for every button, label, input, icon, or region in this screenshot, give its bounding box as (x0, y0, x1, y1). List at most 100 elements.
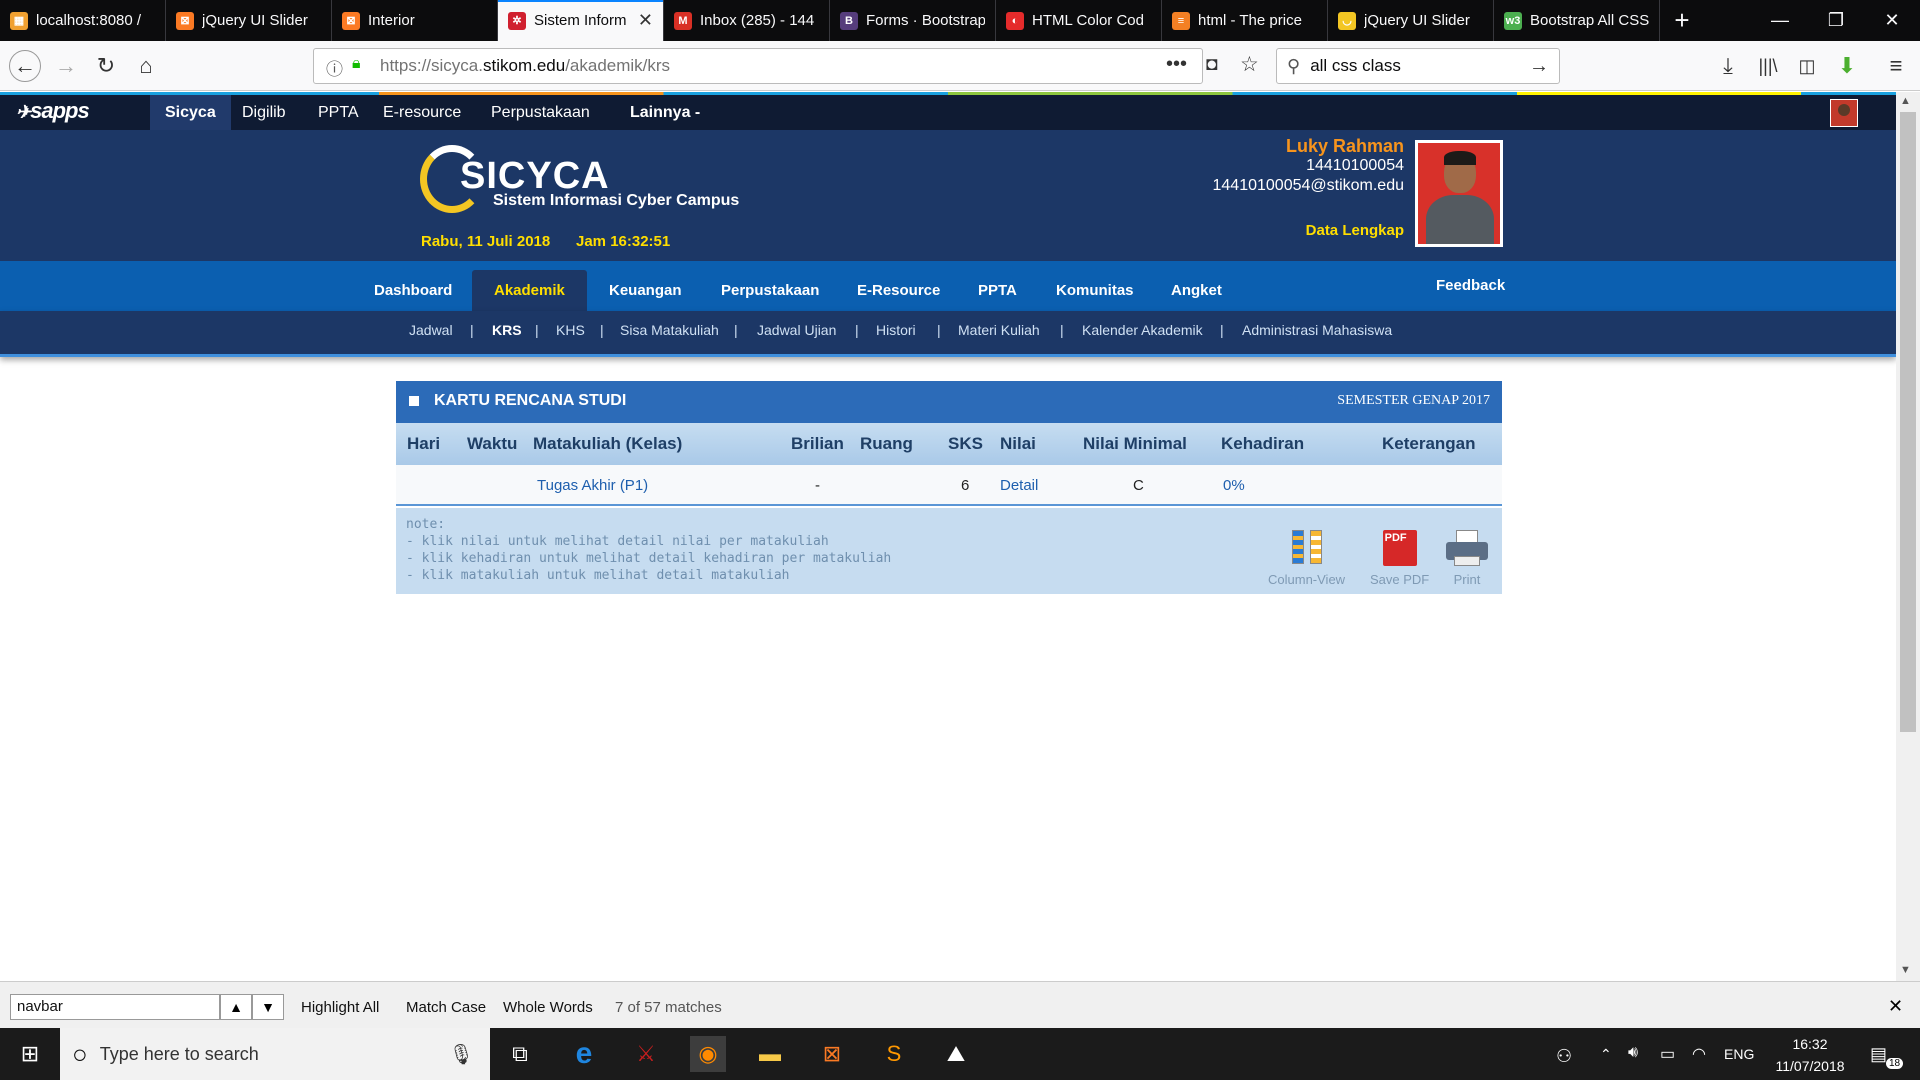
sapps-logo[interactable]: ✈︎sapps (16, 98, 90, 124)
feedback-link[interactable]: Feedback (1436, 277, 1505, 294)
topnav-lainnya[interactable]: Lainnya - (615, 95, 715, 130)
tab-w3schools[interactable]: w3 Bootstrap All CSS (1494, 0, 1660, 41)
battery-icon[interactable]: ▭ (1660, 1044, 1675, 1064)
scroll-down-icon[interactable]: ▼ (1900, 964, 1911, 976)
language-indicator[interactable]: ENG (1724, 1046, 1754, 1062)
bookmark-star-icon[interactable]: ☆ (1240, 52, 1259, 77)
info-icon[interactable]: ⓘ (326, 55, 343, 80)
kehadiran-link[interactable]: 0% (1223, 477, 1245, 494)
tab-bootstrap-forms[interactable]: B Forms · Bootstrap (830, 0, 996, 41)
pocket-icon[interactable]: ◘ (1206, 54, 1217, 76)
tab-color-codes[interactable]: ◐ HTML Color Cod (996, 0, 1162, 41)
topnav-ppta[interactable]: PPTA (303, 95, 374, 130)
menu-perpustakaan[interactable]: Perpustakaan (699, 270, 841, 311)
submenu-krs[interactable]: KRS (492, 322, 522, 338)
menu-dashboard[interactable]: Dashboard (352, 270, 474, 311)
tab-jquery-ui[interactable]: ◡ jQuery UI Slider (1328, 0, 1494, 41)
scroll-up-icon[interactable]: ▲ (1900, 95, 1911, 107)
menu-keuangan[interactable]: Keuangan (587, 270, 704, 311)
photos-icon[interactable]: ⛰︎ (938, 1036, 974, 1072)
new-tab-button[interactable]: + (1660, 0, 1704, 41)
file-explorer-icon[interactable]: ▬ (752, 1036, 788, 1072)
submenu-materi-kuliah[interactable]: Materi Kuliah (958, 322, 1040, 338)
garena-icon[interactable]: ⚔︎ (628, 1036, 664, 1072)
submenu-histori[interactable]: Histori (876, 322, 916, 338)
tab-sicyca[interactable]: ✲ Sistem Inform ✕ (498, 0, 664, 41)
topnav-sicyca[interactable]: Sicyca (150, 95, 231, 130)
search-go-icon[interactable]: → (1529, 55, 1549, 78)
clock-date[interactable]: 11/07/2018 (1770, 1058, 1850, 1074)
tray-expand-icon[interactable]: ⌃ (1600, 1046, 1612, 1063)
topnav-eresource[interactable]: E-resource (368, 95, 476, 130)
wifi-icon[interactable]: ◠ (1692, 1044, 1706, 1064)
close-find-icon[interactable]: ✕ (1888, 996, 1903, 1017)
microphone-icon[interactable]: 🎙︎ (449, 1042, 474, 1067)
find-next-icon[interactable]: ▼ (252, 994, 284, 1020)
tab-jquery-slider[interactable]: ⊠ jQuery UI Slider (166, 0, 332, 41)
download-icon[interactable]: ⤓ (1712, 50, 1744, 82)
forward-icon[interactable]: → (50, 50, 82, 82)
submenu-administrasi-mahasiswa[interactable]: Administrasi Mahasiswa (1242, 322, 1392, 338)
gmail-icon: M (674, 11, 692, 30)
sapps-wing-icon: ✈︎ (16, 102, 31, 122)
extension-download-icon[interactable]: ⬇ (1831, 50, 1863, 82)
search-bar[interactable]: ⚲ all css class → (1276, 48, 1560, 84)
menu-icon[interactable]: ≡ (1880, 50, 1912, 82)
find-previous-icon[interactable]: ▲ (220, 994, 252, 1020)
match-case-toggle[interactable]: Match Case (406, 999, 486, 1016)
menu-angket[interactable]: Angket (1149, 270, 1244, 311)
topnav-digilib[interactable]: Digilib (227, 95, 301, 130)
restore-icon[interactable]: ❐ (1808, 0, 1864, 41)
submenu-separator: | (734, 322, 738, 338)
submenu-jadwal[interactable]: Jadwal (409, 322, 453, 338)
close-window-icon[interactable]: ✕ (1864, 0, 1920, 41)
minimize-icon[interactable]: — (1752, 0, 1808, 41)
back-icon[interactable]: ← (9, 50, 41, 82)
submenu-kalender-akademik[interactable]: Kalender Akademik (1082, 322, 1203, 338)
library-icon[interactable]: |||\ (1752, 50, 1784, 82)
column-view-button[interactable]: Column-View (1268, 530, 1345, 587)
submenu-khs[interactable]: KHS (556, 322, 585, 338)
action-center-icon[interactable]: ▤ (1870, 1044, 1887, 1065)
topnav-perpustakaan[interactable]: Perpustakaan (476, 95, 605, 130)
find-input[interactable]: navbar (10, 994, 220, 1020)
submenu-sisa-matakuliah[interactable]: Sisa Matakuliah (620, 322, 719, 338)
menu-eresource[interactable]: E-Resource (835, 270, 962, 311)
tab-localhost[interactable]: ▦ localhost:8080 / (0, 0, 166, 41)
url-bar[interactable]: ⓘ 🔒︎ https://sicyca.stikom.edu/akademik/… (313, 48, 1259, 84)
highlight-all-toggle[interactable]: Highlight All (301, 999, 379, 1016)
user-nim: 14410100054 (1306, 157, 1404, 174)
edge-icon[interactable]: e (566, 1036, 602, 1072)
tab-gmail[interactable]: M Inbox (285) - 144 (664, 0, 830, 41)
task-view-icon[interactable]: ⧉ (502, 1036, 538, 1072)
taskbar-search[interactable]: ○ Type here to search 🎙︎ (60, 1028, 490, 1080)
submenu-jadwal-ujian[interactable]: Jadwal Ujian (757, 322, 836, 338)
close-tab-icon[interactable]: ✕ (638, 10, 653, 31)
xampp-icon[interactable]: ⊠ (814, 1036, 850, 1072)
print-button[interactable]: Print (1446, 530, 1488, 587)
save-pdf-button[interactable]: PDF Save PDF (1370, 530, 1429, 587)
avatar[interactable] (1830, 99, 1858, 127)
menu-ppta[interactable]: PPTA (956, 270, 1039, 311)
reload-icon[interactable]: ↻ (90, 50, 122, 82)
people-icon[interactable]: ⚇ (1556, 1046, 1572, 1067)
menu-komunitas[interactable]: Komunitas (1034, 270, 1156, 311)
page-actions-icon[interactable]: ••• (1166, 53, 1187, 76)
search-input[interactable]: all css class (1310, 56, 1401, 76)
matakuliah-link[interactable]: Tugas Akhir (P1) (537, 477, 648, 494)
firefox-icon[interactable]: ◉ (690, 1036, 726, 1072)
volume-icon[interactable]: 🔊︎ (1628, 1044, 1638, 1062)
data-lengkap-link[interactable]: Data Lengkap (1100, 222, 1404, 239)
clock-time[interactable]: 16:32 (1770, 1036, 1850, 1052)
whole-words-toggle[interactable]: Whole Words (503, 999, 593, 1016)
sublime-icon[interactable]: S (876, 1036, 912, 1072)
home-icon[interactable]: ⌂ (130, 50, 162, 82)
tab-stackoverflow[interactable]: ≡ html - The price (1162, 0, 1328, 41)
sidebar-icon[interactable]: ◫ (1791, 50, 1823, 82)
sks-value: 6 (961, 477, 970, 494)
nilai-detail-link[interactable]: Detail (1000, 477, 1038, 494)
tab-interior[interactable]: ⊠ Interior (332, 0, 498, 41)
scrollbar-thumb[interactable] (1900, 112, 1916, 732)
windows-start-icon[interactable]: ⊞ (12, 1036, 48, 1072)
menu-akademik[interactable]: Akademik (472, 270, 587, 311)
